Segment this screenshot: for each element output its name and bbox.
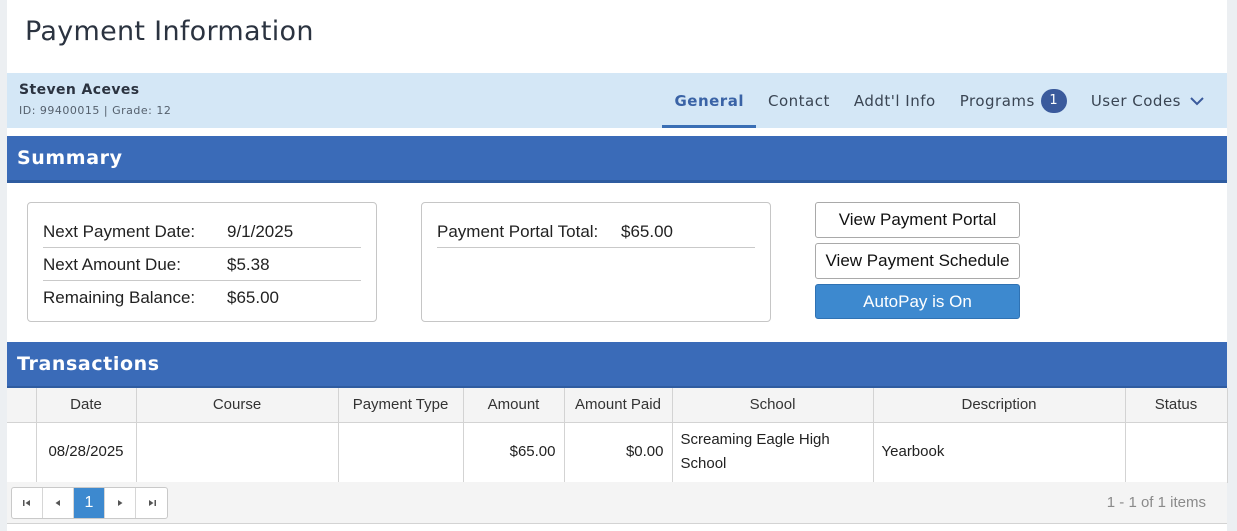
amount-cell: $65.00 [463, 422, 565, 483]
next-payment-date-label: Next Payment Date: [43, 222, 196, 241]
summary-title: Summary [17, 147, 123, 169]
transactions-table: Date Course Payment Type Amount Amount P… [7, 388, 1228, 483]
previous-page-button[interactable] [43, 488, 74, 518]
student-header-bar: Steven Aceves ID: 99400015 | Grade: 12 G… [7, 73, 1227, 128]
next-page-icon [118, 500, 123, 506]
student-meta: ID: 99400015 | Grade: 12 [19, 104, 172, 117]
table-pager: 1 1 - 1 of 1 items [7, 482, 1227, 524]
payment-summary-card: Next Payment Date: 9/1/2025 Next Amount … [27, 202, 377, 322]
chevron-down-icon [1190, 96, 1204, 105]
transactions-title: Transactions [17, 353, 160, 375]
column-header-status[interactable]: Status [1125, 388, 1228, 423]
description-cell: Yearbook [873, 422, 1126, 483]
next-amount-due-label: Next Amount Due: [43, 255, 181, 274]
portal-total-card: Payment Portal Total: $65.00 [421, 202, 771, 322]
school-cell: Screaming Eagle High School [672, 422, 874, 483]
view-payment-portal-button[interactable]: View Payment Portal [815, 202, 1020, 238]
tab-label: General [674, 91, 744, 110]
tab-general[interactable]: General [662, 73, 756, 128]
pager-info: 1 - 1 of 1 items [1106, 494, 1206, 511]
payment-information-page: Payment Information Steven Aceves ID: 99… [7, 0, 1228, 531]
payment-type-cell [338, 422, 464, 483]
tab-label: Contact [767, 91, 830, 110]
pager-controls: 1 [11, 487, 168, 519]
next-amount-due-value: $5.38 [227, 255, 270, 274]
tab-label: Programs [959, 91, 1035, 110]
student-name: Steven Aceves [19, 82, 140, 98]
column-header-payment-type[interactable]: Payment Type [338, 388, 464, 423]
table-header-row: Date Course Payment Type Amount Amount P… [7, 388, 1228, 423]
amount-paid-cell: $0.00 [564, 422, 673, 483]
next-payment-date-value: 9/1/2025 [227, 222, 294, 241]
column-header-amount[interactable]: Amount [463, 388, 565, 423]
remaining-balance-row: Remaining Balance: $65.00 [43, 281, 361, 314]
transactions-header: Transactions [7, 342, 1227, 389]
portal-total-row: Payment Portal Total: $65.00 [437, 215, 755, 248]
column-header-amount-paid[interactable]: Amount Paid [564, 388, 673, 423]
next-payment-date-row: Next Payment Date: 9/1/2025 [43, 215, 361, 248]
previous-page-icon [55, 500, 60, 506]
column-header-description[interactable]: Description [873, 388, 1126, 423]
autopay-button[interactable]: AutoPay is On [815, 284, 1020, 319]
remaining-balance-value: $65.00 [227, 288, 279, 307]
tab-addtl-info[interactable]: Addt'l Info [842, 73, 948, 128]
portal-total-value: $65.00 [621, 222, 673, 241]
first-page-button[interactable] [12, 488, 43, 518]
column-header-course[interactable]: Course [136, 388, 339, 423]
next-page-button[interactable] [105, 488, 136, 518]
portal-total-label: Payment Portal Total: [437, 222, 599, 241]
status-cell [1125, 422, 1228, 483]
summary-header: Summary [7, 136, 1227, 183]
page-title: Payment Information [25, 16, 314, 47]
column-header-school[interactable]: School [672, 388, 874, 423]
date-cell: 08/28/2025 [36, 422, 137, 483]
last-page-button[interactable] [136, 488, 167, 518]
table-row[interactable]: 08/28/2025 $65.00 $0.00 Screaming Eagle … [7, 422, 1228, 483]
tab-user-codes[interactable]: User Codes [1079, 73, 1227, 128]
last-page-icon [148, 500, 156, 506]
tab-label: User Codes [1090, 91, 1181, 110]
programs-count-badge: 1 [1040, 88, 1067, 113]
remaining-balance-label: Remaining Balance: [43, 288, 196, 307]
first-page-icon [23, 500, 30, 506]
page-number-button[interactable]: 1 [74, 488, 105, 518]
tab-label: Addt'l Info [853, 91, 936, 110]
tab-contact[interactable]: Contact [756, 73, 842, 128]
view-payment-schedule-button[interactable]: View Payment Schedule [815, 243, 1020, 279]
column-header-date[interactable]: Date [36, 388, 137, 423]
student-tabs: General Contact Addt'l Info Programs 1 U… [662, 73, 1227, 128]
course-cell [136, 422, 339, 483]
column-header-select[interactable] [7, 388, 37, 423]
tab-programs[interactable]: Programs 1 [948, 73, 1079, 128]
next-amount-due-row: Next Amount Due: $5.38 [43, 248, 361, 281]
row-select-cell [7, 422, 37, 483]
